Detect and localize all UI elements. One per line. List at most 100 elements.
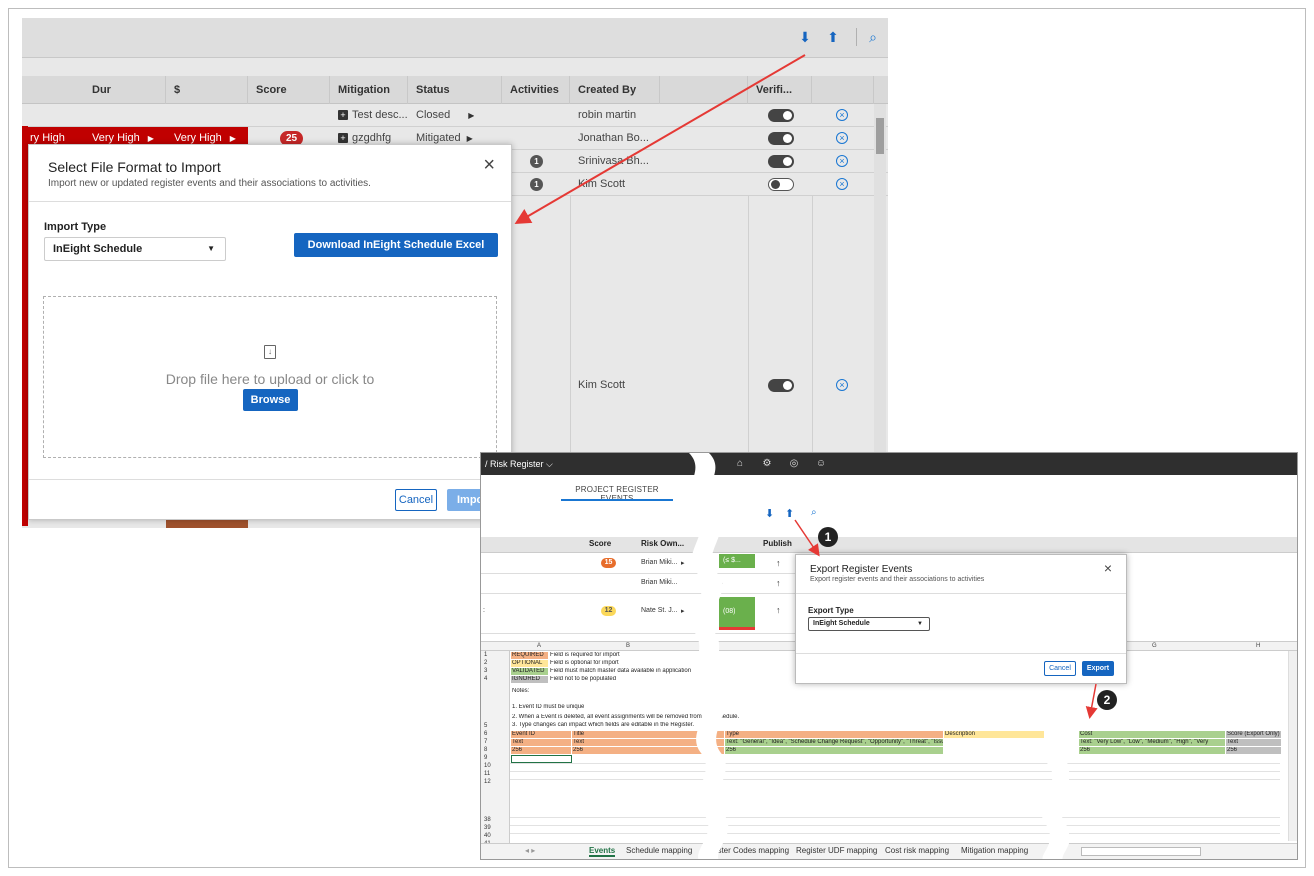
dur-text: Very High bbox=[92, 132, 140, 144]
tab-cost-risk-mapping[interactable]: Cost risk mapping bbox=[885, 846, 949, 855]
toolbar-divider bbox=[856, 28, 857, 46]
browse-button[interactable]: Browse bbox=[243, 389, 298, 411]
legend-ignored: IGNORED bbox=[511, 676, 548, 683]
row-number: 2 bbox=[484, 660, 488, 666]
score-badge: 12 bbox=[601, 606, 616, 616]
plus-icon: + bbox=[338, 110, 348, 120]
table-row[interactable]: + Test desc... Closed ▶ robin martin × bbox=[22, 104, 888, 127]
col-status[interactable]: Status bbox=[408, 76, 502, 104]
divider bbox=[796, 593, 1126, 594]
cost-text: Very High bbox=[174, 132, 222, 144]
close-icon[interactable]: × bbox=[1104, 560, 1112, 576]
import-type-value: InEight Schedule bbox=[53, 243, 143, 255]
column-divider bbox=[570, 196, 571, 476]
row-number: 40 bbox=[484, 833, 491, 839]
search-icon[interactable]: ⌕ bbox=[864, 28, 882, 46]
created-by-cell: Srinivasa Bh... bbox=[578, 155, 649, 167]
column-letter: A bbox=[537, 643, 542, 649]
dropzone-text: Drop file here to upload or click to bbox=[165, 371, 375, 387]
col-risk-owner[interactable]: Risk Own... bbox=[641, 539, 684, 548]
caret-right-icon: ▶ bbox=[468, 111, 475, 120]
close-icon[interactable]: × bbox=[483, 155, 495, 175]
wavy-cut-divider bbox=[687, 453, 729, 859]
remove-icon[interactable]: × bbox=[836, 109, 848, 121]
created-by-cell: Kim Scott bbox=[578, 178, 626, 190]
grid-scrollbar[interactable] bbox=[874, 104, 886, 474]
row-divider bbox=[481, 633, 801, 634]
export-dialog-title: Export Register Events bbox=[810, 564, 913, 575]
sheet-tabs: ◂ ▸ Events Schedule mapping Register Cod… bbox=[481, 843, 1297, 859]
selected-cell[interactable] bbox=[511, 755, 572, 763]
horizontal-scrollbar[interactable] bbox=[1081, 847, 1201, 856]
chevron-down-icon: ▼ bbox=[207, 244, 215, 253]
verified-toggle[interactable] bbox=[768, 109, 794, 122]
download-template-button[interactable]: Download InEight Schedule Excel Template bbox=[294, 233, 498, 275]
risk-owner-text: Nate St. J... bbox=[641, 607, 678, 614]
col-blank bbox=[660, 76, 748, 104]
grid-line bbox=[510, 825, 1280, 826]
import-icon[interactable]: ⬇ bbox=[796, 28, 814, 46]
tab-events[interactable]: Events bbox=[589, 846, 616, 857]
export-icon[interactable]: ⬆ bbox=[785, 507, 794, 520]
tab-register-udf-mapping[interactable]: Register UDF mapping bbox=[796, 846, 877, 855]
row-number: 11 bbox=[484, 771, 491, 777]
col-cost[interactable]: $ bbox=[166, 76, 248, 104]
file-dropzone[interactable]: ↓ Drop file here to upload or click to B… bbox=[43, 296, 497, 458]
type-cell: Text bbox=[1226, 739, 1281, 746]
import-type-select[interactable]: InEight Schedule ▼ bbox=[44, 237, 226, 261]
col-mitigation[interactable]: Mitigation bbox=[330, 76, 408, 104]
search-icon[interactable]: ⌕ bbox=[811, 507, 817, 518]
gear-icon[interactable]: ⚙ bbox=[760, 457, 774, 471]
col-dur[interactable]: Dur bbox=[84, 76, 166, 104]
col-activities[interactable]: Activities bbox=[502, 76, 570, 104]
grid-line bbox=[510, 763, 1280, 764]
column-letter: B bbox=[626, 643, 631, 649]
import-icon[interactable]: ⬇ bbox=[765, 507, 774, 520]
step-badge-1: 1 bbox=[818, 527, 838, 547]
divider bbox=[29, 201, 511, 202]
grid-line bbox=[510, 817, 1280, 818]
verified-toggle[interactable] bbox=[768, 379, 794, 392]
grid-toolbar: ⬇ ⬆ ⌕ bbox=[22, 18, 888, 58]
excel-vertical-scrollbar[interactable] bbox=[1288, 651, 1297, 841]
row-divider bbox=[481, 593, 801, 594]
col-verified[interactable]: Verifi... bbox=[748, 76, 812, 104]
apps-icon[interactable]: ◎ bbox=[787, 457, 801, 471]
remove-icon[interactable]: × bbox=[836, 132, 848, 144]
col-created-by[interactable]: Created By bbox=[570, 76, 660, 104]
import-button[interactable]: Impo bbox=[447, 489, 483, 511]
verified-toggle[interactable] bbox=[768, 178, 794, 191]
remove-icon[interactable]: × bbox=[836, 155, 848, 167]
cancel-button[interactable]: Cancel bbox=[1044, 661, 1076, 676]
export-button[interactable]: Export bbox=[1082, 661, 1114, 676]
publish-arrow-icon[interactable]: ↑ bbox=[776, 558, 781, 568]
activities-count-badge[interactable]: 1 bbox=[530, 178, 543, 191]
length-cell: 256 bbox=[1079, 747, 1225, 754]
publish-arrow-icon[interactable]: ↑ bbox=[776, 578, 781, 588]
notes-title: Notes: bbox=[512, 688, 530, 694]
grid-scroll-thumb[interactable] bbox=[876, 118, 884, 154]
user-icon[interactable]: ☺ bbox=[814, 457, 828, 471]
verified-toggle[interactable] bbox=[768, 155, 794, 168]
sheet-nav-icon[interactable]: ◂ ▸ bbox=[525, 846, 535, 855]
status-cell[interactable]: Closed ▶ bbox=[408, 104, 474, 126]
tab-mitigation-mapping[interactable]: Mitigation mapping bbox=[961, 846, 1028, 855]
plus-icon: + bbox=[338, 133, 348, 143]
col-publish[interactable]: Publish bbox=[763, 539, 792, 548]
verified-toggle[interactable] bbox=[768, 132, 794, 145]
export-dialog-subtitle: Export register events and their associa… bbox=[810, 576, 985, 583]
activities-count-badge[interactable]: 1 bbox=[530, 155, 543, 168]
export-icon[interactable]: ⬆ bbox=[824, 28, 842, 46]
remove-icon[interactable]: × bbox=[836, 178, 848, 190]
mitigation-cell[interactable]: + Test desc... bbox=[330, 104, 408, 126]
publish-arrow-icon[interactable]: ↑ bbox=[776, 605, 781, 615]
bank-icon[interactable]: ⌂ bbox=[733, 457, 747, 471]
remove-icon[interactable]: × bbox=[836, 379, 848, 391]
header-cell: Cost bbox=[1079, 731, 1225, 738]
col-score[interactable]: Score bbox=[589, 539, 611, 548]
export-type-select[interactable]: InEight Schedule ▼ bbox=[808, 617, 930, 631]
col-score[interactable]: Score bbox=[248, 76, 330, 104]
row-number: 9 bbox=[484, 755, 488, 761]
cancel-button[interactable]: Cancel bbox=[395, 489, 437, 511]
breadcrumb[interactable]: / Risk Register ⌵ bbox=[485, 453, 553, 475]
